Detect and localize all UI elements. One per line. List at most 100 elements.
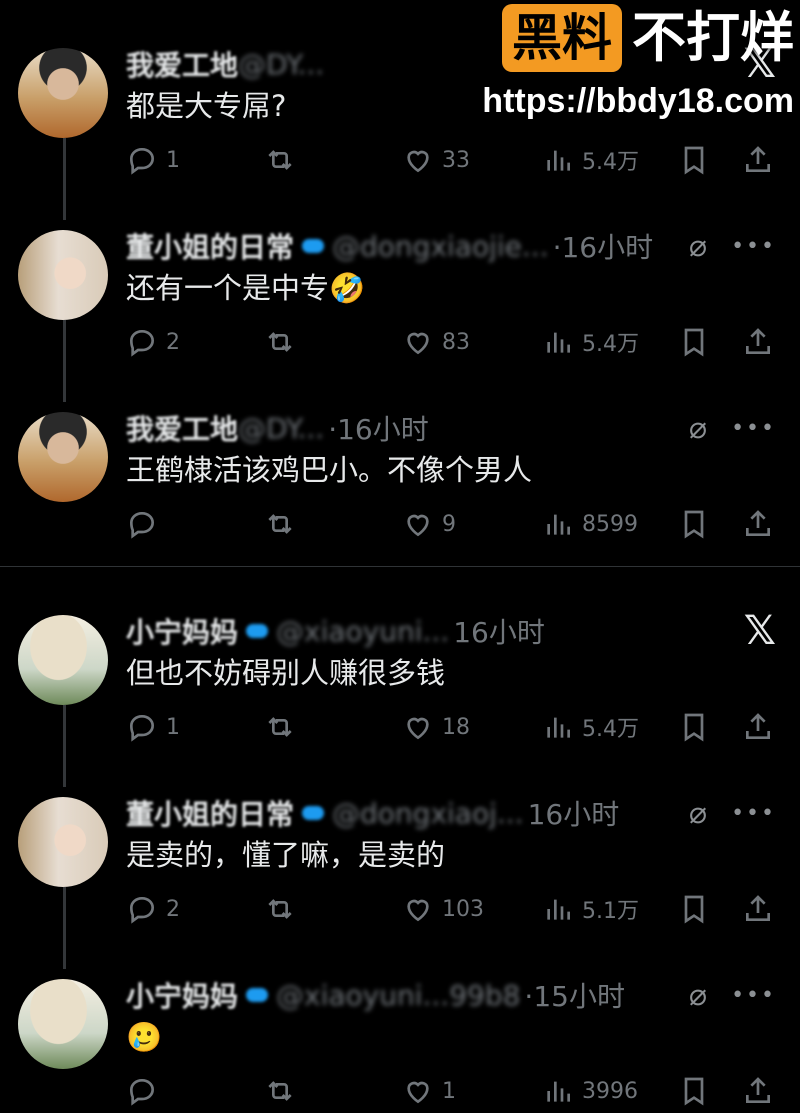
display-name[interactable]: 我爱工地 [126, 408, 238, 448]
user-handle[interactable]: @dongxiaoj... [332, 797, 524, 830]
verified-badge-icon [302, 239, 325, 253]
reply-icon [129, 896, 155, 924]
views-icon [547, 1081, 570, 1102]
user-handle[interactable]: @xiaoyuni... [276, 615, 449, 648]
views-count: 5.4万 [582, 717, 639, 742]
bookmark-button[interactable] [678, 893, 742, 925]
verified-badge-icon [246, 988, 269, 1002]
reply-count: 2 [166, 329, 180, 355]
avatar[interactable] [18, 797, 108, 887]
bookmark-button[interactable] [678, 508, 742, 540]
views-button[interactable]: 5.4万 [542, 144, 678, 176]
tweet-header: 董小姐的日常 @dongxiaojie... ·16小时 ⌀ ••• [126, 226, 776, 266]
watermark-url: https://bbdy18.com [482, 82, 794, 120]
avatar[interactable] [18, 230, 108, 320]
views-icon [547, 514, 570, 535]
repost-button[interactable] [264, 711, 402, 743]
share-icon [746, 895, 770, 921]
like-count: 9 [442, 511, 456, 537]
grok-icon[interactable]: ⌀ [689, 978, 707, 1013]
display-name[interactable]: 董小姐的日常 [126, 793, 294, 833]
grok-icon[interactable]: ⌀ [689, 229, 707, 264]
repost-button[interactable] [264, 893, 402, 925]
share-button[interactable] [742, 893, 774, 925]
avatar[interactable] [18, 979, 108, 1069]
share-icon [746, 146, 770, 172]
more-icon[interactable]: ••• [731, 983, 776, 1008]
bookmark-button[interactable] [678, 711, 742, 743]
user-handle[interactable]: @xiaoyuni...99b8 [276, 979, 520, 1012]
display-name[interactable]: 小宁妈妈 [126, 975, 238, 1015]
like-button[interactable]: 9 [402, 508, 542, 540]
reply-button[interactable]: 2 [126, 326, 264, 358]
views-button[interactable]: 5.4万 [542, 711, 678, 743]
like-button[interactable]: 18 [402, 711, 542, 743]
timestamp[interactable]: ·15小时 [524, 975, 625, 1015]
reply-button[interactable]: 2 [126, 893, 264, 925]
grok-icon[interactable]: ⌀ [689, 796, 707, 831]
avatar[interactable] [18, 615, 108, 705]
tweet[interactable]: 小宁妈妈 @xiaoyuni... 16小时 𝕏 但也不妨碍别人赚很多钱 1 1… [0, 567, 800, 749]
repost-icon [268, 1081, 292, 1101]
tweet-actions: 1 18 5.4万 [126, 707, 778, 747]
views-count: 3996 [582, 1078, 638, 1104]
repost-button[interactable] [264, 326, 402, 358]
user-handle[interactable]: @DY... [238, 48, 324, 81]
timestamp[interactable]: ·16小时 [328, 408, 429, 448]
reply-button[interactable]: 1 [126, 711, 264, 743]
more-icon[interactable]: ••• [731, 801, 776, 826]
reply-icon [129, 147, 155, 175]
tweet[interactable]: 董小姐的日常 @dongxiaojie... ·16小时 ⌀ ••• 还有一个是… [0, 182, 800, 364]
like-button[interactable]: 103 [402, 893, 542, 925]
tweet[interactable]: 我爱工地 @DY... ·16小时 ⌀ ••• 王鹤棣活该鸡巴小。不像个男人 9 [0, 364, 800, 560]
display-name[interactable]: 董小姐的日常 [126, 226, 294, 266]
share-button[interactable] [742, 711, 774, 743]
views-icon [547, 899, 570, 920]
more-icon[interactable]: ••• [731, 416, 776, 441]
reply-thread-2: 小宁妈妈 @xiaoyuni... 16小时 𝕏 但也不妨碍别人赚很多钱 1 1… [0, 567, 800, 1113]
share-button[interactable] [742, 1075, 774, 1107]
share-button[interactable] [742, 144, 774, 176]
tweet-actions: 1 3996 [126, 1071, 778, 1111]
reply-icon [129, 714, 155, 742]
more-icon[interactable]: ••• [731, 234, 776, 259]
tweet[interactable]: 董小姐的日常 @dongxiaoj... 16小时 ⌀ ••• 是卖的，懂了嘛，… [0, 749, 800, 931]
reply-button[interactable] [126, 508, 264, 540]
bookmark-button[interactable] [678, 326, 742, 358]
bookmark-icon [684, 1077, 704, 1106]
like-button[interactable]: 33 [402, 144, 542, 176]
reply-icon [129, 511, 155, 539]
timestamp[interactable]: 16小时 [528, 793, 620, 833]
views-button[interactable]: 8599 [542, 508, 678, 540]
timestamp[interactable]: ·16小时 [553, 226, 654, 266]
bookmark-icon [684, 146, 704, 175]
grok-icon[interactable]: ⌀ [689, 411, 707, 446]
bookmark-button[interactable] [678, 144, 742, 176]
tweet-actions: 9 8599 [126, 504, 778, 544]
tweet[interactable]: 小宁妈妈 @xiaoyuni...99b8 ·15小时 ⌀ ••• 🥲 1 39… [0, 931, 800, 1113]
user-handle[interactable]: @DY... [238, 412, 324, 445]
bookmark-button[interactable] [678, 1075, 742, 1107]
reply-button[interactable]: 1 [126, 144, 264, 176]
display-name[interactable]: 小宁妈妈 [126, 611, 238, 651]
tweet-header: 董小姐的日常 @dongxiaoj... 16小时 ⌀ ••• [126, 793, 776, 833]
share-button[interactable] [742, 508, 774, 540]
display-name[interactable]: 我爱工地 [126, 44, 238, 84]
like-count: 33 [442, 147, 470, 173]
avatar[interactable] [18, 48, 108, 138]
views-button[interactable]: 5.1万 [542, 893, 678, 925]
views-button[interactable]: 5.4万 [542, 326, 678, 358]
tweet-text: 王鹤棣活该鸡巴小。不像个男人 [126, 453, 533, 487]
timestamp[interactable]: 16小时 [453, 611, 545, 651]
reply-button[interactable] [126, 1075, 264, 1107]
repost-button[interactable] [264, 144, 402, 176]
share-button[interactable] [742, 326, 774, 358]
user-handle[interactable]: @dongxiaojie... [332, 230, 549, 263]
repost-button[interactable] [264, 508, 402, 540]
avatar[interactable] [18, 412, 108, 502]
like-button[interactable]: 1 [402, 1075, 542, 1107]
repost-button[interactable] [264, 1075, 402, 1107]
views-count: 5.4万 [582, 332, 639, 357]
views-button[interactable]: 3996 [542, 1075, 678, 1107]
like-button[interactable]: 83 [402, 326, 542, 358]
